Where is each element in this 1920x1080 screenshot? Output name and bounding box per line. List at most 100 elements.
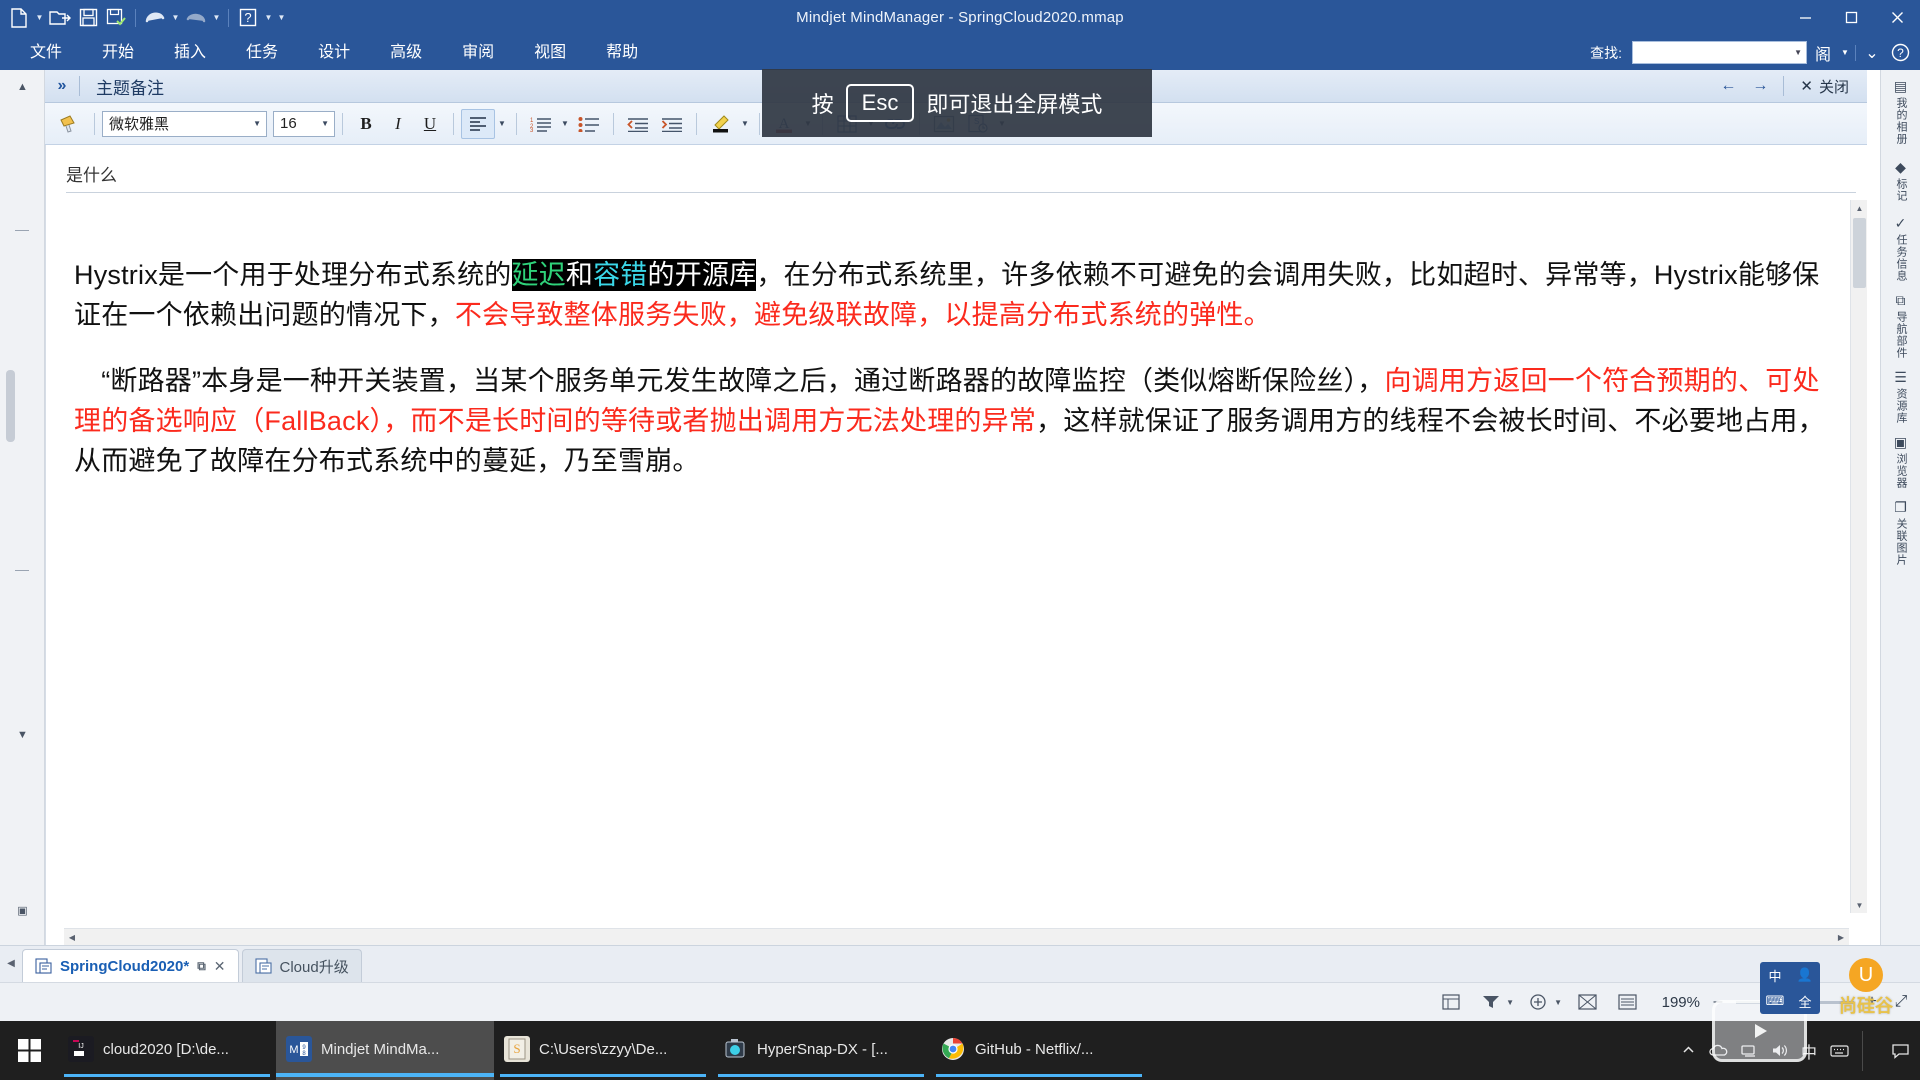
close-notes-panel-button[interactable]: ✕ 关闭: [1792, 76, 1857, 97]
editor-horizontal-scrollbar[interactable]: ◀ ▶: [64, 928, 1849, 945]
start-button[interactable]: [0, 1021, 58, 1080]
navigate-back-icon[interactable]: ←: [1713, 73, 1743, 99]
increase-indent-icon[interactable]: [655, 109, 689, 139]
taskbar-item-chrome[interactable]: GitHub - Netflix/...: [930, 1021, 1148, 1080]
para1-segment-1: Hystrix是一个用于处理分布式系统的: [74, 260, 512, 290]
chevron-down-icon[interactable]: ⌄: [1860, 40, 1884, 66]
popout-tab-icon[interactable]: ⧉: [197, 959, 206, 974]
font-size-combo[interactable]: 16 ▼: [273, 110, 335, 137]
menu-item-file[interactable]: 文件: [10, 35, 82, 70]
font-size-caret-icon[interactable]: ▼: [321, 119, 329, 128]
taskbar-item-cloud2020[interactable]: IJ cloud2020 [D:\de...: [58, 1021, 276, 1080]
ime-language-label[interactable]: 中: [1768, 966, 1781, 985]
outline-view-icon[interactable]: [1572, 989, 1602, 1015]
scroll-right-icon[interactable]: ▶: [1833, 929, 1849, 946]
italic-button[interactable]: I: [382, 109, 414, 139]
find-dropdown-caret-icon[interactable]: ▼: [1794, 48, 1802, 57]
font-family-caret-icon[interactable]: ▼: [253, 119, 261, 128]
minimize-button[interactable]: [1782, 0, 1828, 35]
underline-button[interactable]: U: [414, 109, 446, 139]
font-family-combo[interactable]: 微软雅黑 ▼: [102, 110, 267, 137]
highlight-caret-icon[interactable]: ▼: [738, 109, 752, 139]
right-rail-label-navigation: 导航部件: [1895, 311, 1907, 359]
scroll-up-icon[interactable]: ▲: [1851, 200, 1868, 216]
taskbar-label-mindmanager: Mindjet MindMa...: [321, 1040, 440, 1058]
expand-panel-chevron-icon[interactable]: »: [45, 77, 79, 95]
show-hidden-icons-icon[interactable]: [1682, 1044, 1695, 1057]
note-body[interactable]: Hystrix是一个用于处理分布式系统的延迟和容错的开源库，在分布式系统里，许多…: [74, 255, 1826, 507]
map-view-icon[interactable]: [1436, 989, 1466, 1015]
left-rail-scroll-up-icon[interactable]: ▲: [0, 72, 45, 102]
decrease-indent-icon[interactable]: [621, 109, 655, 139]
right-rail-item-marker[interactable]: ◆ 标记: [1884, 151, 1918, 209]
ime-fullwidth-toggle[interactable]: 全: [1798, 992, 1811, 1011]
presentation-view-icon[interactable]: [1612, 989, 1642, 1015]
filter-icon[interactable]: [1476, 989, 1506, 1015]
topic-title-row[interactable]: 是什么: [66, 155, 1856, 193]
left-rail-scroll-thumb[interactable]: [6, 370, 15, 442]
ime-mode-icon[interactable]: [1830, 1044, 1849, 1058]
navigate-forward-icon[interactable]: →: [1745, 73, 1775, 99]
taskbar-running-underline-4: [718, 1074, 924, 1077]
scroll-left-icon[interactable]: ◀: [64, 929, 80, 946]
find-options-caret-icon[interactable]: ▼: [1839, 40, 1851, 66]
format-painter-icon[interactable]: [51, 109, 87, 139]
taskbar-label-chrome: GitHub - Netflix/...: [975, 1040, 1094, 1058]
menu-item-view[interactable]: 视图: [514, 35, 586, 70]
ime-floating-widget[interactable]: 中 👤 ⌨ 全: [1760, 962, 1820, 1014]
scroll-down-icon[interactable]: ▼: [1851, 897, 1868, 913]
bulleted-list-icon[interactable]: [572, 109, 606, 139]
bold-button[interactable]: B: [350, 109, 382, 139]
notes-editor[interactable]: 是什么 Hystrix是一个用于处理分布式系统的延迟和容错的开源库，在分布式系统…: [45, 145, 1867, 1062]
tab-scroll-prev-icon[interactable]: ◀: [0, 945, 22, 982]
left-rail-scroll-down-icon[interactable]: ▼: [0, 720, 45, 750]
right-rail-item-linked-image[interactable]: ❐ 关联图片: [1884, 495, 1918, 570]
ime-person-icon[interactable]: 👤: [1797, 967, 1813, 983]
numbered-list-icon[interactable]: 123: [524, 109, 558, 139]
chrome-icon: [940, 1036, 966, 1062]
menu-item-review[interactable]: 审阅: [442, 35, 514, 70]
close-tab-icon[interactable]: ✕: [214, 958, 226, 975]
numbered-list-caret-icon[interactable]: ▼: [558, 109, 572, 139]
search-input[interactable]: [1633, 42, 1806, 63]
close-icon: ✕: [1800, 78, 1813, 95]
find-options-icon[interactable]: 阁: [1811, 40, 1835, 66]
note-paragraph-2: “断路器”本身是一种开关装置，当某个服务单元发生故障之后，通过断路器的故障监控（…: [74, 361, 1826, 481]
add-view-icon[interactable]: [1524, 989, 1554, 1015]
highlight-color-icon[interactable]: [704, 109, 738, 139]
find-box[interactable]: ▼: [1632, 41, 1807, 64]
left-rail-tick-2: [15, 570, 29, 571]
editor-scroll-thumb[interactable]: [1853, 218, 1866, 288]
menu-item-design[interactable]: 设计: [298, 35, 370, 70]
svg-text:M: M: [289, 1044, 298, 1056]
toolbar-separator-1: [94, 112, 95, 135]
right-rail-item-browser[interactable]: ▣ 浏览器: [1884, 430, 1918, 493]
ime-keyboard-icon[interactable]: ⌨: [1766, 993, 1785, 1009]
help-circle-icon[interactable]: ?: [1888, 40, 1912, 66]
menu-item-help[interactable]: 帮助: [586, 35, 658, 70]
right-rail-item-library[interactable]: ☰ 资源库: [1884, 365, 1918, 428]
maximize-button[interactable]: [1828, 0, 1874, 35]
right-rail-item-task-info[interactable]: ✓ 任务信息: [1884, 211, 1918, 286]
taskbar-item-hypersnap[interactable]: HyperSnap-DX - [...: [712, 1021, 930, 1080]
taskbar-item-explorer[interactable]: S C:\Users\zzyy\De...: [494, 1021, 712, 1080]
editor-vertical-scrollbar[interactable]: ▲ ▼: [1850, 200, 1867, 913]
right-rail-item-navigation[interactable]: ⧉ 导航部件: [1884, 288, 1918, 363]
menu-item-advanced[interactable]: 高级: [370, 35, 442, 70]
toolbar-separator-6: [696, 112, 697, 135]
document-tab-springcloud2020[interactable]: SpringCloud2020* ⧉ ✕: [22, 949, 239, 982]
close-button[interactable]: [1874, 0, 1920, 35]
document-tab-cloud-upgrade[interactable]: Cloud升级: [241, 949, 362, 982]
menu-item-task[interactable]: 任务: [226, 35, 298, 70]
filter-caret-icon[interactable]: ▼: [1506, 998, 1514, 1007]
align-caret-icon[interactable]: ▼: [495, 109, 509, 139]
notification-center-icon[interactable]: [1891, 1043, 1910, 1059]
add-view-caret-icon[interactable]: ▼: [1554, 998, 1562, 1007]
menu-item-insert[interactable]: 插入: [154, 35, 226, 70]
left-rail-map-marker-icon[interactable]: ▣: [0, 895, 45, 925]
right-rail-item-album[interactable]: ▤ 我的相册: [1884, 74, 1918, 149]
align-left-icon[interactable]: [461, 108, 495, 139]
taskbar-label-hypersnap: HyperSnap-DX - [...: [757, 1040, 888, 1058]
taskbar-item-mindmanager[interactable]: M98 Mindjet MindMa...: [276, 1021, 494, 1080]
menu-item-home[interactable]: 开始: [82, 35, 154, 70]
